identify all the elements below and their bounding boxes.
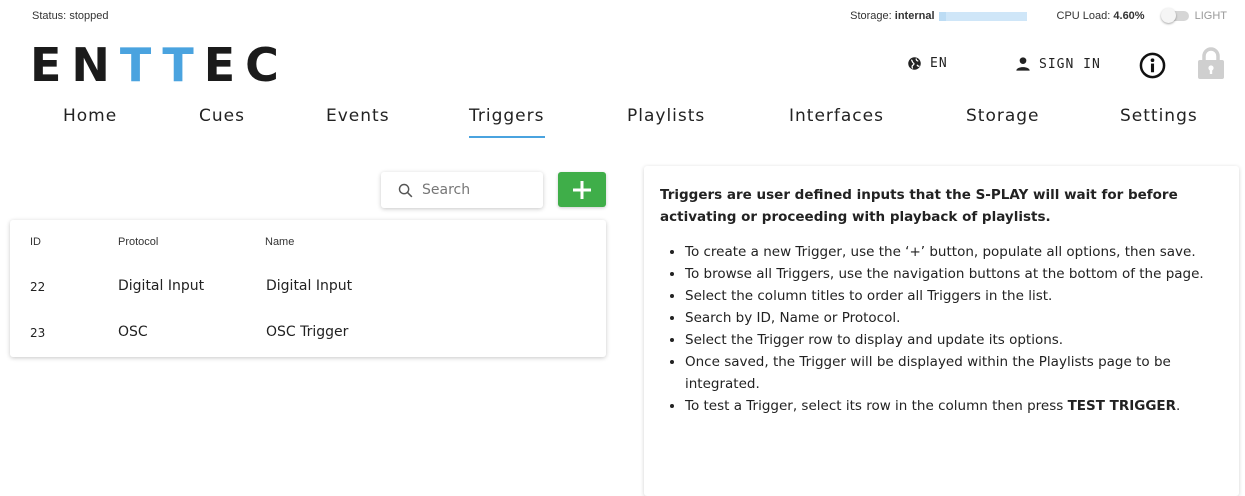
tab-playlists[interactable]: Playlists [627,106,705,126]
status-label: Status: [32,10,67,22]
info-button[interactable] [1139,52,1166,83]
help-item-text: To test a Trigger, select its row in the… [685,398,1068,414]
cell-protocol: Digital Input [118,278,205,294]
tab-storage[interactable]: Storage [966,106,1040,126]
cell-id: 23 [30,326,46,340]
storage-indicator: Storage: internal [850,10,934,22]
help-list: To create a new Trigger, use the ‘+’ but… [660,241,1223,417]
tab-home-label: Home [63,106,118,126]
help-item-suffix: . [1176,398,1181,414]
help-item: To browse all Triggers, use the navigati… [685,263,1223,285]
theme-toggle[interactable] [1160,8,1189,23]
help-item: Once saved, the Trigger will be displaye… [685,351,1223,395]
theme-label: LIGHT [1194,10,1227,22]
cpu-load: CPU Load: 4.60% [1057,10,1145,22]
enttec-logo[interactable]: ENTTEC [30,38,289,92]
status-bar: Status: stopped Storage: internal CPU Lo… [0,0,1245,34]
column-header-protocol[interactable]: Protocol [118,236,158,248]
logo-text-part1: EN [30,38,120,92]
tab-triggers[interactable]: Triggers [469,106,545,138]
logo-text-part3: EC [203,38,289,92]
search-placeholder: Search [422,182,471,198]
tab-events[interactable]: Events [326,106,390,126]
language-label: EN [930,56,948,71]
tab-interfaces[interactable]: Interfaces [789,106,884,126]
info-icon [1139,52,1166,79]
tab-settings[interactable]: Settings [1120,106,1198,126]
column-header-id[interactable]: ID [30,236,41,248]
search-icon [398,183,413,197]
cell-protocol: OSC [118,324,148,340]
tab-storage-label: Storage [966,106,1040,126]
help-item: Search by ID, Name or Protocol. [685,307,1223,329]
language-selector[interactable]: EN [907,56,948,71]
sign-in-button[interactable]: SIGN IN [1015,56,1101,72]
test-trigger-label: TEST TRIGGER [1067,398,1177,414]
table-row[interactable]: 23 OSC OSC Trigger [10,324,606,370]
tab-cues[interactable]: Cues [199,106,245,126]
sign-in-label: SIGN IN [1039,56,1101,72]
logo-text-part2: TT [119,38,204,92]
triggers-help-panel: Triggers are user defined inputs that th… [644,166,1239,496]
status-indicator: Status: stopped [32,10,108,22]
lock-button[interactable] [1197,46,1225,84]
tab-triggers-label: Triggers [469,106,545,126]
tab-interfaces-label: Interfaces [789,106,884,126]
help-item: Select the Trigger row to display and up… [685,329,1223,351]
tab-playlists-label: Playlists [627,106,706,126]
main-navigation: Home Cues Events Triggers Playlists Inte… [0,106,1245,140]
help-item: To create a new Trigger, use the ‘+’ but… [685,241,1223,263]
storage-value: internal [894,10,935,22]
status-value: stopped [69,10,109,22]
help-intro: Triggers are user defined inputs that th… [660,187,1178,225]
add-trigger-button[interactable] [558,172,606,207]
cpu-label: CPU Load: [1056,10,1111,22]
search-input[interactable]: Search [381,172,543,208]
lock-icon [1198,47,1224,79]
tab-cues-label: Cues [199,106,245,126]
tab-settings-label: Settings [1120,106,1198,126]
table-row[interactable]: 22 Digital Input Digital Input [10,278,606,324]
storage-label: Storage: [850,10,892,22]
triggers-table: ID Protocol Name 22 Digital Input Digita… [10,220,606,357]
plus-icon [573,180,591,199]
column-header-name[interactable]: Name [265,236,294,248]
cell-name: Digital Input [266,278,353,294]
cell-id: 22 [30,280,46,294]
user-icon [1016,57,1030,71]
storage-usage-bar [938,11,1027,21]
toggle-knob [1160,8,1176,23]
tab-events-label: Events [326,106,390,126]
cell-name: OSC Trigger [266,324,349,340]
tab-home[interactable]: Home [63,106,117,126]
cpu-value: 4.60% [1113,10,1145,22]
help-item: To test a Trigger, select its row in the… [685,395,1223,417]
globe-icon [908,57,921,70]
help-item: Select the column titles to order all Tr… [685,285,1223,307]
